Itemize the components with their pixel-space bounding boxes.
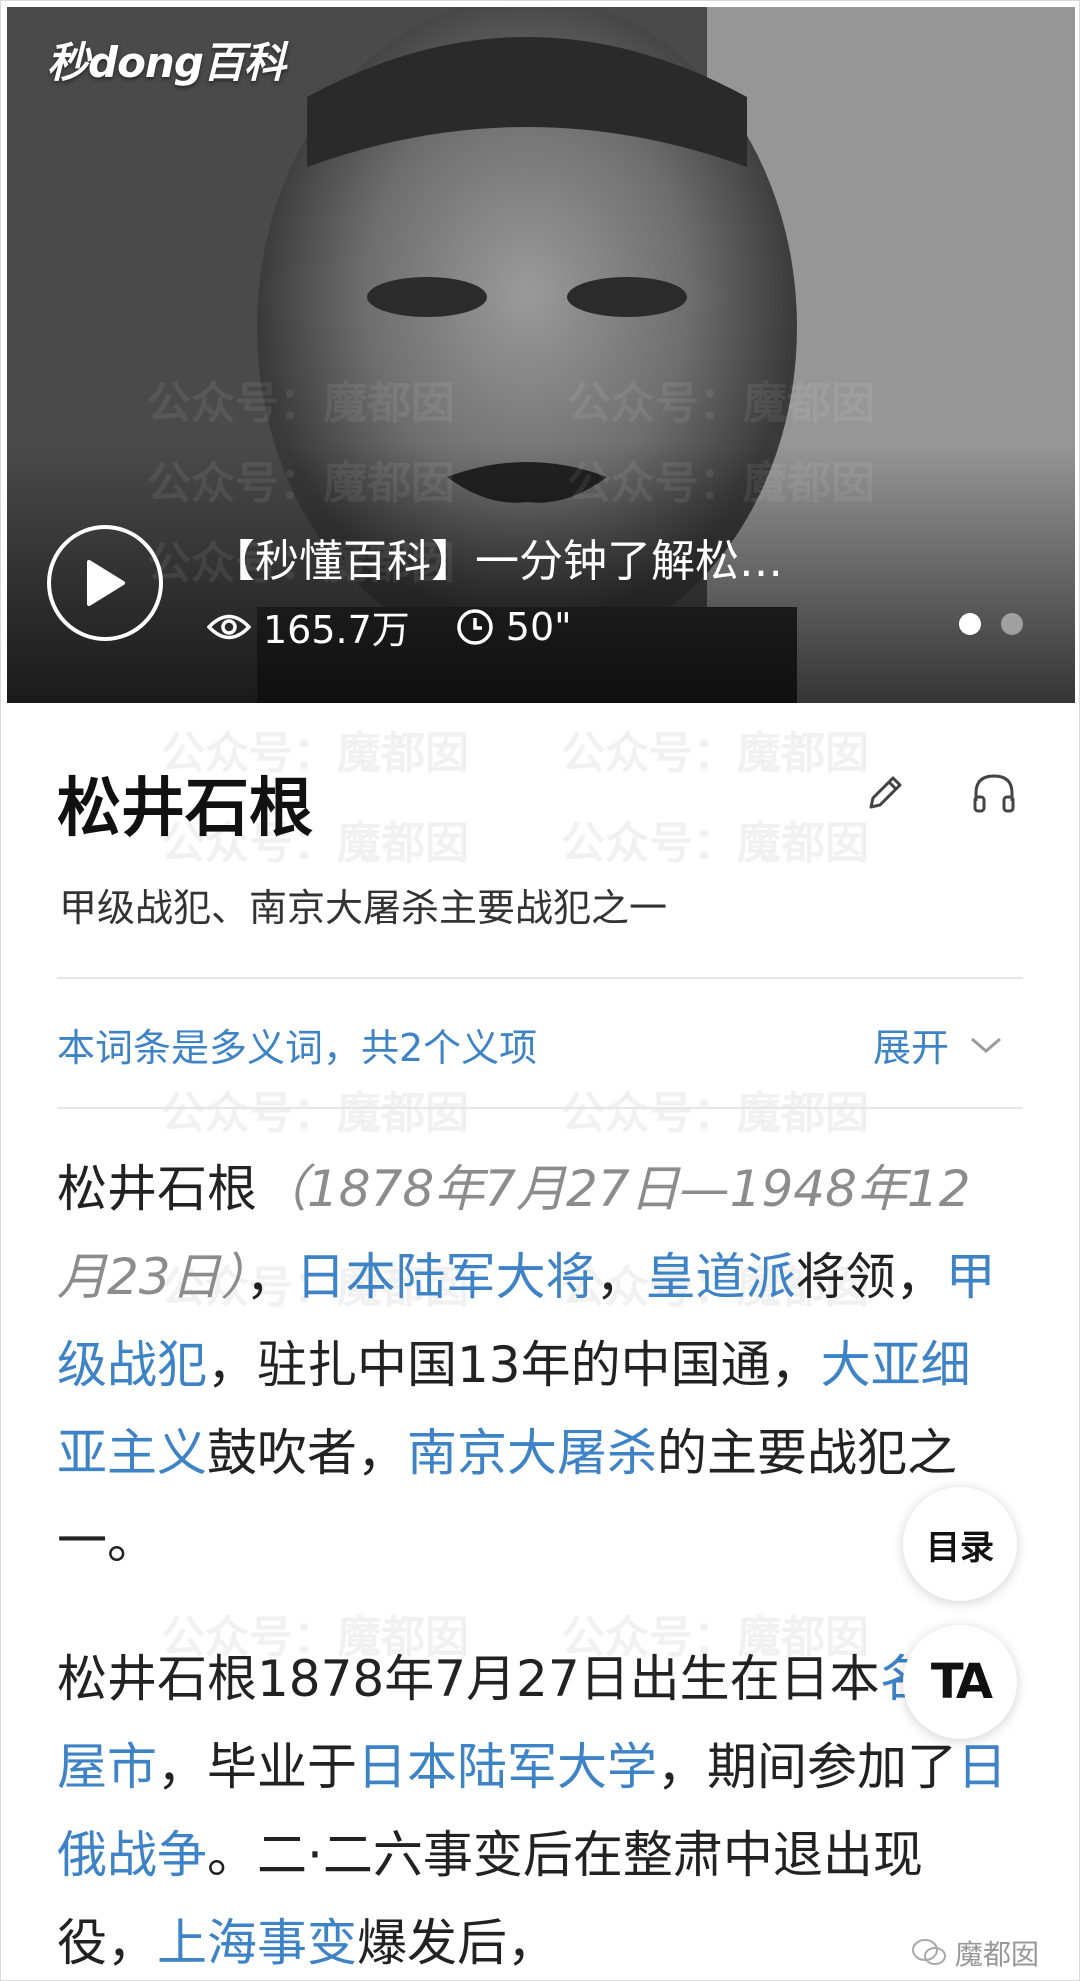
entry-subtitle: 甲级战犯、南京大屠杀主要战犯之一 (59, 886, 668, 930)
link-army-university[interactable]: 日本陆军大学 (357, 1738, 657, 1796)
edit-icon[interactable] (863, 771, 907, 815)
link-kodoha[interactable]: 皇道派 (646, 1248, 796, 1306)
duration-info: 50" (456, 605, 572, 649)
font-size-button[interactable]: TA (903, 1625, 1017, 1739)
biography-paragraph: 松井石根1878年7月27日出生在日本名古屋市，毕业于日本陆军大学，期间参加了日… (57, 1635, 1017, 1980)
play-icon (87, 560, 125, 606)
link-army-general[interactable]: 日本陆军大将 (296, 1248, 596, 1306)
views-count: 165.7万 (263, 608, 410, 652)
summary-paragraph: 松井石根（1878年7月27日—1948年12月23日），日本陆军大将，皇道派将… (57, 1145, 1017, 1585)
duration: 50" (505, 604, 572, 649)
carousel-dots (939, 613, 1023, 635)
page-frame: 公众号：魔都囡 公众号：魔都囡 公众号：魔都囡 公众号：魔都囡 公众号：魔都囡 … (0, 0, 1080, 1981)
text-segment: 鼓吹者， (207, 1424, 407, 1482)
watermark: 公众号：魔都囡 (561, 1088, 869, 1139)
expand-label: 展开 (873, 1026, 950, 1070)
person-name: 松井石根 (57, 1160, 257, 1218)
link-shanghai-incident[interactable]: 上海事变 (157, 1914, 357, 1972)
punctuation: ， (595, 1248, 646, 1306)
font-size-icon: TA (930, 1654, 993, 1710)
brand-logo: 秒dong百科 (47, 38, 286, 87)
headphones-icon[interactable] (971, 771, 1017, 815)
footer-watermark-text: 魔都囡 (954, 1938, 1039, 1971)
text-segment: ，驻扎中国13年的中国通， (207, 1336, 821, 1394)
punctuation: ， (245, 1248, 296, 1306)
expand-button[interactable]: 展开 (873, 1017, 1003, 1072)
toc-button[interactable]: 目录 (903, 1487, 1017, 1601)
clock-icon (457, 608, 493, 645)
watermark: 公众号：魔都囡 (561, 728, 869, 779)
toc-label: 目录 (926, 1527, 994, 1568)
text-segment: 松井石根1878年7月27日出生在日本 (57, 1650, 880, 1708)
views-counter: 165.7万 (207, 599, 410, 654)
video-meta: 165.7万 50" (207, 599, 618, 654)
link-nanjing-massacre[interactable]: 南京大屠杀 (407, 1424, 657, 1482)
video-title[interactable]: 【秒懂百科】一分钟了解松… (211, 525, 911, 589)
text-segment: 爆发后， (357, 1914, 557, 1972)
eye-icon (207, 614, 251, 639)
text-segment: ，期间参加了 (657, 1738, 957, 1796)
divider (57, 1107, 1023, 1109)
text-segment: 将领， (795, 1248, 946, 1306)
divider (57, 977, 1023, 979)
text-segment: ，毕业于 (157, 1738, 357, 1796)
video-banner[interactable]: 公众号：魔都囡 公众号：魔都囡 公众号：魔都囡 公众号：魔都囡 公众号：魔都囡 … (7, 7, 1075, 703)
carousel-dot[interactable] (1001, 613, 1023, 635)
carousel-dot-active[interactable] (959, 613, 981, 635)
watermark: 公众号：魔都囡 (561, 818, 869, 869)
watermark: 公众号：魔都囡 (161, 1088, 469, 1139)
page-title: 松井石根 (57, 772, 313, 846)
chevron-down-icon (971, 1037, 1001, 1053)
wechat-icon (911, 1939, 946, 1965)
play-button[interactable] (47, 525, 163, 641)
polysemy-notice[interactable]: 本词条是多义词，共2个义项 (57, 1017, 537, 1072)
footer-watermark: 魔都囡 (911, 1933, 1039, 1973)
